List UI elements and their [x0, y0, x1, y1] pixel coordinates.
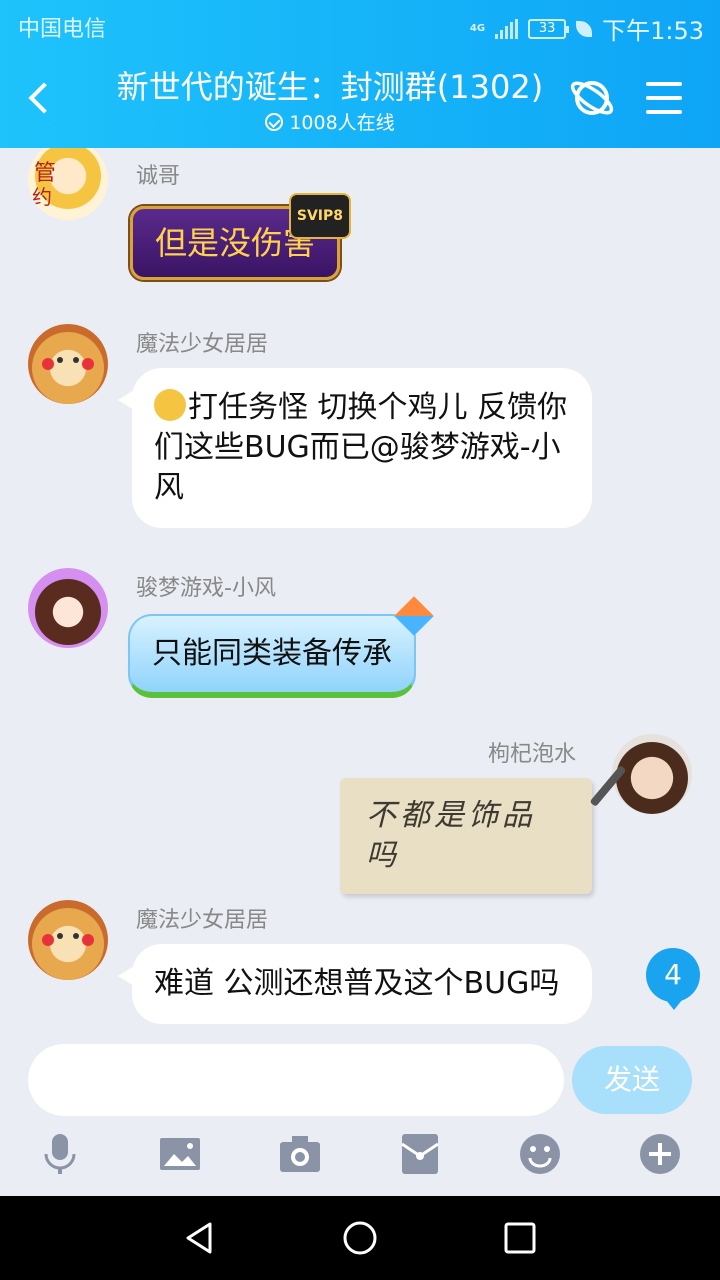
send-button[interactable]: 发送: [572, 1046, 692, 1114]
header: 中国电信 4G 33 下午1:53 新世代的诞生：封测群(1302) 1008人…: [0, 0, 720, 148]
chat-area[interactable]: 管约 诚哥 但是没伤害 SVIP8 魔法少女居居 打任务怪 切换个鸡儿 反馈你们…: [0, 148, 720, 1028]
message-bubble[interactable]: 难道 公测还想普及这个BUG吗: [118, 944, 592, 1024]
menu-button[interactable]: [644, 78, 684, 118]
leaf-icon: [576, 20, 593, 37]
message-bubble[interactable]: 但是没伤害 SVIP8: [130, 193, 352, 280]
planet-icon[interactable]: [568, 74, 616, 122]
status-icons: 4G 33 下午1:53: [470, 11, 704, 46]
message-bubble[interactable]: 不都是饰品吗: [340, 765, 627, 894]
nav-home-icon[interactable]: [340, 1218, 380, 1258]
status-bar: 中国电信 4G 33 下午1:53: [0, 0, 720, 50]
svg-text:管: 管: [34, 161, 56, 186]
sender-name: 诚哥: [136, 164, 181, 189]
message-text: 不都是饰品吗: [366, 798, 536, 873]
signal-icon: [495, 18, 519, 39]
mic-icon[interactable]: [38, 1132, 82, 1176]
sender-name: 骏梦游戏-小风: [136, 576, 276, 601]
avatar[interactable]: [28, 568, 108, 648]
sender-name: 魔法少女居居: [136, 908, 269, 933]
network-type: 4G: [469, 22, 486, 34]
emoji-icon: [154, 389, 186, 421]
input-bar: 发送: [0, 1028, 720, 1196]
message-text: 难道 公测还想普及这个BUG吗: [154, 966, 560, 1001]
avatar[interactable]: [28, 900, 108, 980]
unread-count-badge[interactable]: 4: [646, 948, 700, 1010]
avatar[interactable]: 管约: [28, 148, 108, 220]
avatar[interactable]: [28, 324, 108, 404]
message-text: 只能同类装备传承: [152, 636, 392, 671]
online-status: 1008人在线: [90, 108, 570, 135]
sender-name: 魔法少女居居: [136, 332, 269, 357]
kite-icon: [394, 596, 434, 636]
message-bubble[interactable]: 只能同类装备传承: [128, 596, 434, 698]
online-count: 1008人在线: [289, 112, 395, 134]
sender-name: 枸杞泡水: [488, 742, 577, 767]
check-circle-icon: [265, 112, 284, 131]
nav-back-icon[interactable]: [180, 1218, 220, 1258]
message-input[interactable]: [28, 1044, 564, 1116]
svg-text:约: 约: [32, 185, 52, 209]
avatar[interactable]: [612, 734, 692, 814]
plus-icon[interactable]: [638, 1132, 682, 1176]
carrier-label: 中国电信: [18, 17, 107, 42]
back-button[interactable]: [24, 70, 64, 126]
nav-recents-icon[interactable]: [500, 1218, 540, 1258]
camera-icon[interactable]: [278, 1132, 322, 1176]
svip-badge: SVIP8: [288, 193, 352, 239]
system-nav-bar: [0, 1196, 720, 1280]
message-text: 打任务怪 切换个鸡儿 反馈你们这些BUG而已@骏梦游戏-小风: [154, 390, 568, 505]
red-packet-icon[interactable]: [398, 1132, 442, 1176]
page-title: 新世代的诞生：封测群(1302): [116, 68, 544, 106]
emoji-icon[interactable]: [518, 1132, 562, 1176]
message-bubble[interactable]: 打任务怪 切换个鸡儿 反馈你们这些BUG而已@骏梦游戏-小风: [118, 368, 592, 528]
battery-icon: 33: [528, 18, 570, 39]
clock: 下午1:53: [602, 17, 704, 45]
image-icon[interactable]: [158, 1132, 202, 1176]
